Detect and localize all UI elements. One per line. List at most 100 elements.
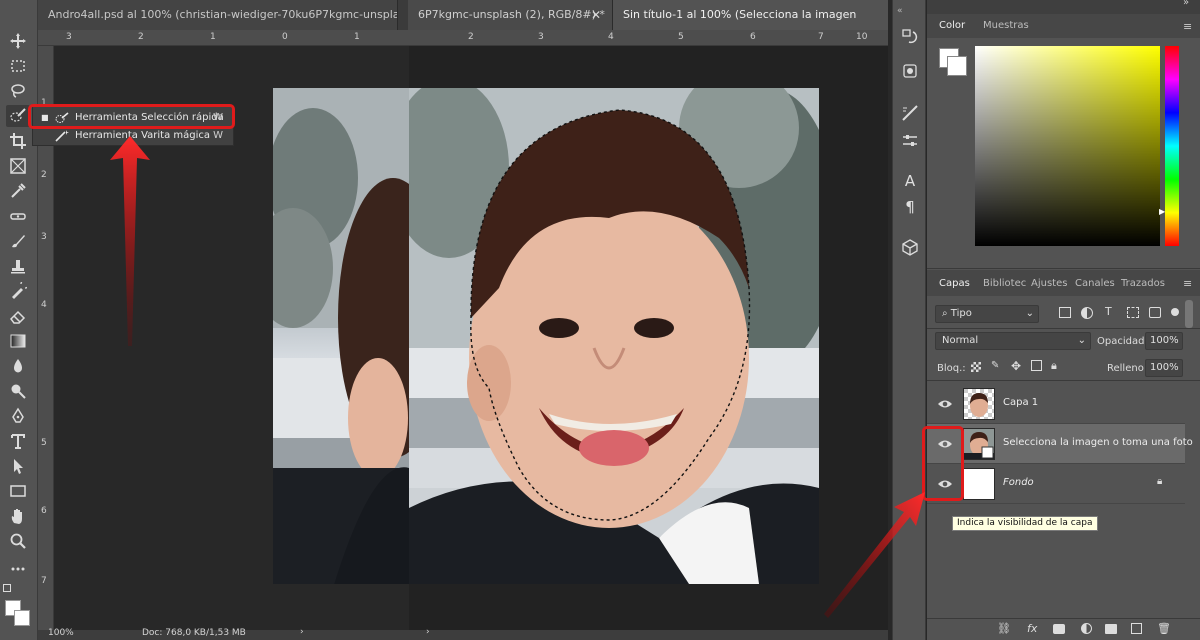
highlight-box [28, 104, 235, 129]
lock-position-icon[interactable]: ✥ [1011, 359, 1021, 373]
fx-icon[interactable]: fx [1027, 622, 1037, 635]
fill-input[interactable]: 100% [1145, 359, 1183, 377]
shape-filter-icon[interactable] [1127, 307, 1139, 318]
tab-channels[interactable]: Canales [1075, 278, 1115, 289]
more-tools-icon[interactable] [6, 558, 30, 580]
marquee-tool-icon[interactable] [6, 55, 30, 77]
ruler-number: 1 [210, 32, 216, 42]
color-picker-field[interactable] [975, 46, 1160, 246]
opacity-input[interactable]: 100% [1145, 332, 1183, 350]
brush-settings-panel-icon[interactable] [901, 104, 919, 122]
ruler-number: 4 [41, 300, 47, 310]
history-brush-tool-icon[interactable] [6, 280, 30, 302]
adjustment-filter-icon[interactable] [1081, 307, 1093, 319]
filter-value: Tipo [950, 308, 972, 319]
adjustments-panel-icon[interactable] [901, 132, 919, 150]
horizontal-ruler: 3 2 1 0 1 2 3 4 5 6 7 10 [38, 30, 888, 46]
pixel-filter-icon[interactable] [1059, 307, 1071, 318]
layer-row-selected[interactable]: Selecciona la imagen o toma una foto [927, 424, 1193, 464]
ruler-number: 4 [608, 32, 614, 42]
filter-toggle-icon[interactable] [1171, 308, 1179, 316]
delete-layer-icon[interactable]: 🗑︎ [1157, 622, 1171, 635]
type-filter-icon[interactable]: T [1105, 305, 1112, 318]
tab-layers[interactable]: Capas [939, 278, 970, 289]
new-group-icon[interactable] [1105, 624, 1117, 634]
ruler-number: 0 [282, 32, 288, 42]
3d-panel-icon[interactable] [901, 238, 919, 256]
photo-left-partial [273, 88, 409, 584]
ruler-number: 3 [66, 32, 72, 42]
hand-tool-icon[interactable] [6, 505, 30, 527]
lasso-tool-icon[interactable] [6, 80, 30, 102]
move-tool-icon[interactable] [6, 30, 30, 52]
layers-bottom-bar: ⛓︎ fx 🗑︎ [997, 622, 1197, 638]
background-color-swatch[interactable] [14, 610, 30, 626]
new-adjustment-icon[interactable] [1081, 623, 1092, 634]
fill-value: 100% [1150, 362, 1179, 373]
hue-slider[interactable] [1165, 46, 1179, 246]
lock-artboard-icon[interactable] [1031, 360, 1042, 371]
crop-tool-icon[interactable] [6, 130, 30, 152]
tab-adjustments[interactable]: Ajustes [1031, 278, 1067, 289]
tab-sin-titulo[interactable]: Sin título-1 al 100% (Selecciona la imag… [612, 0, 888, 30]
hue-slider-handle-icon[interactable]: ▶ [1159, 207, 1165, 216]
zoom-level[interactable]: 100% [48, 628, 74, 638]
paragraph-panel-icon[interactable]: ¶ [901, 198, 919, 216]
type-tool-icon[interactable] [6, 430, 30, 452]
clone-stamp-tool-icon[interactable] [6, 255, 30, 277]
scroll-arrow-icon[interactable]: › [426, 627, 430, 637]
character-panel-icon[interactable]: A [901, 172, 919, 190]
ruler-number: 1 [354, 32, 360, 42]
layer-filter-icons: T [1059, 305, 1183, 321]
new-layer-icon[interactable] [1131, 623, 1142, 634]
layer-filter-select[interactable]: ⌕ Tipo ⌄ [935, 305, 1039, 323]
close-tab-icon[interactable]: ✕ [590, 0, 602, 30]
blur-tool-icon[interactable] [6, 355, 30, 377]
tab-libraries[interactable]: Bibliotec [983, 278, 1026, 289]
rectangle-tool-icon[interactable] [6, 480, 30, 502]
dodge-tool-icon[interactable] [6, 380, 30, 402]
eyedropper-tool-icon[interactable] [6, 180, 30, 202]
properties-panel-icon[interactable] [901, 62, 919, 80]
lock-label: Bloq.: [937, 363, 966, 374]
frame-tool-icon[interactable] [6, 155, 30, 177]
tab-paths[interactable]: Trazados [1121, 278, 1165, 289]
history-panel-icon[interactable] [901, 28, 919, 46]
layer-row[interactable]: Fondo 🔒︎ [927, 464, 1185, 504]
zoom-tool-icon[interactable] [6, 530, 30, 552]
link-layers-icon[interactable]: ⛓︎ [997, 622, 1011, 635]
visibility-eye-icon[interactable] [937, 397, 953, 411]
ruler-number: 10 [856, 32, 868, 42]
quick-selection-tool-icon[interactable] [6, 105, 30, 127]
add-mask-icon[interactable] [1053, 624, 1065, 634]
gradient-tool-icon[interactable] [6, 330, 30, 352]
healing-brush-tool-icon[interactable] [6, 205, 30, 227]
lock-transparent-icon[interactable] [971, 362, 981, 372]
default-colors-icon[interactable] [3, 584, 11, 592]
tab-title: Andro4all.psd al 100% (christian-wiedige… [48, 8, 398, 21]
panel-menu-icon[interactable]: ≡ [1183, 277, 1192, 290]
chevron-right-icon[interactable]: › [300, 627, 304, 637]
scrollbar-thumb[interactable] [1185, 300, 1193, 328]
collapse-icon[interactable]: » [1183, 0, 1189, 8]
lock-all-icon[interactable]: 🔒︎ [1051, 359, 1057, 373]
tab-andro4all[interactable]: Andro4all.psd al 100% (christian-wiedige… [38, 0, 398, 30]
smart-object-filter-icon[interactable] [1149, 307, 1161, 318]
ruler-number: 6 [750, 32, 756, 42]
layer-name: Selecciona la imagen o toma una foto [1003, 437, 1193, 448]
status-bar: 100% Doc: 768,0 KB/1,53 MB › › [38, 627, 888, 640]
path-selection-tool-icon[interactable] [6, 455, 30, 477]
collapse-panels-icon[interactable]: « [897, 6, 903, 16]
layer-row[interactable]: Capa 1 [927, 384, 1185, 424]
background-color-swatch[interactable] [947, 56, 967, 76]
eraser-tool-icon[interactable] [6, 305, 30, 327]
tab-color[interactable]: Color [939, 20, 965, 31]
blend-mode-select[interactable]: Normal ⌄ [935, 332, 1091, 350]
tab-swatches[interactable]: Muestras [983, 20, 1029, 31]
lock-icon: 🔒︎ [1157, 476, 1163, 487]
lock-pixels-icon[interactable]: ✎ [991, 360, 999, 371]
brush-tool-icon[interactable] [6, 230, 30, 252]
pen-tool-icon[interactable] [6, 405, 30, 427]
tooltip: Indica la visibilidad de la capa [952, 516, 1098, 531]
panel-menu-icon[interactable]: ≡ [1183, 20, 1192, 33]
